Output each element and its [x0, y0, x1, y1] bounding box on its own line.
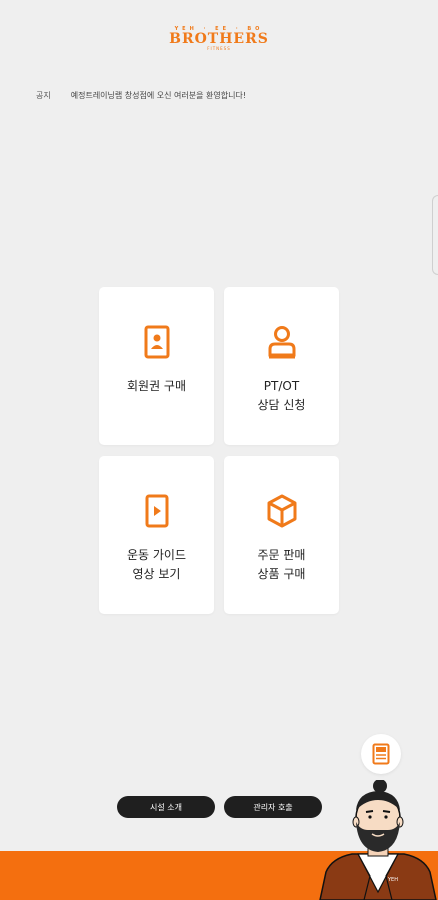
document-fab-button[interactable]: [361, 734, 401, 774]
pt-ot-consult-card[interactable]: PT/OT 상담 신청: [224, 287, 339, 445]
logo-main-text: BROTHERS: [169, 31, 269, 47]
call-admin-button[interactable]: 관리자 호출: [224, 796, 322, 818]
member-card-icon: [144, 325, 169, 359]
box-icon: [267, 494, 296, 528]
bearded-trainer-character-illustration: YEH: [319, 780, 437, 900]
pt-ot-consult-label: PT/OT 상담 신청: [257, 379, 306, 412]
order-sales-product-label: 주문 판매 상품 구매: [257, 548, 306, 581]
shirt-text: YEH: [387, 877, 398, 883]
logo-sub-text: FITNESS: [207, 46, 231, 51]
side-drawer-handle[interactable]: [432, 195, 438, 275]
notice-text: 예정트레이닝랩 창성점에 오신 여러분을 환영합니다!: [70, 91, 247, 100]
workout-guide-video-label: 운동 가이드 영상 보기: [126, 548, 186, 581]
facility-intro-button[interactable]: 시설 소개: [117, 796, 215, 818]
notice-bar[interactable]: 공지 예정트레이닝랩 창성점에 오신 여러분을 환영합니다!: [36, 90, 246, 101]
notice-label: 공지: [36, 91, 51, 100]
video-play-icon: [145, 494, 168, 528]
order-sales-product-card[interactable]: 주문 판매 상품 구매: [224, 456, 339, 614]
document-icon: [372, 743, 390, 765]
workout-guide-video-card[interactable]: 운동 가이드 영상 보기: [99, 456, 214, 614]
brand-logo: YEH · EE · BO BROTHERS FITNESS: [0, 26, 438, 51]
person-icon: [268, 326, 295, 359]
membership-purchase-label: 회원권 구매: [126, 379, 186, 393]
membership-purchase-card[interactable]: 회원권 구매: [99, 287, 214, 445]
